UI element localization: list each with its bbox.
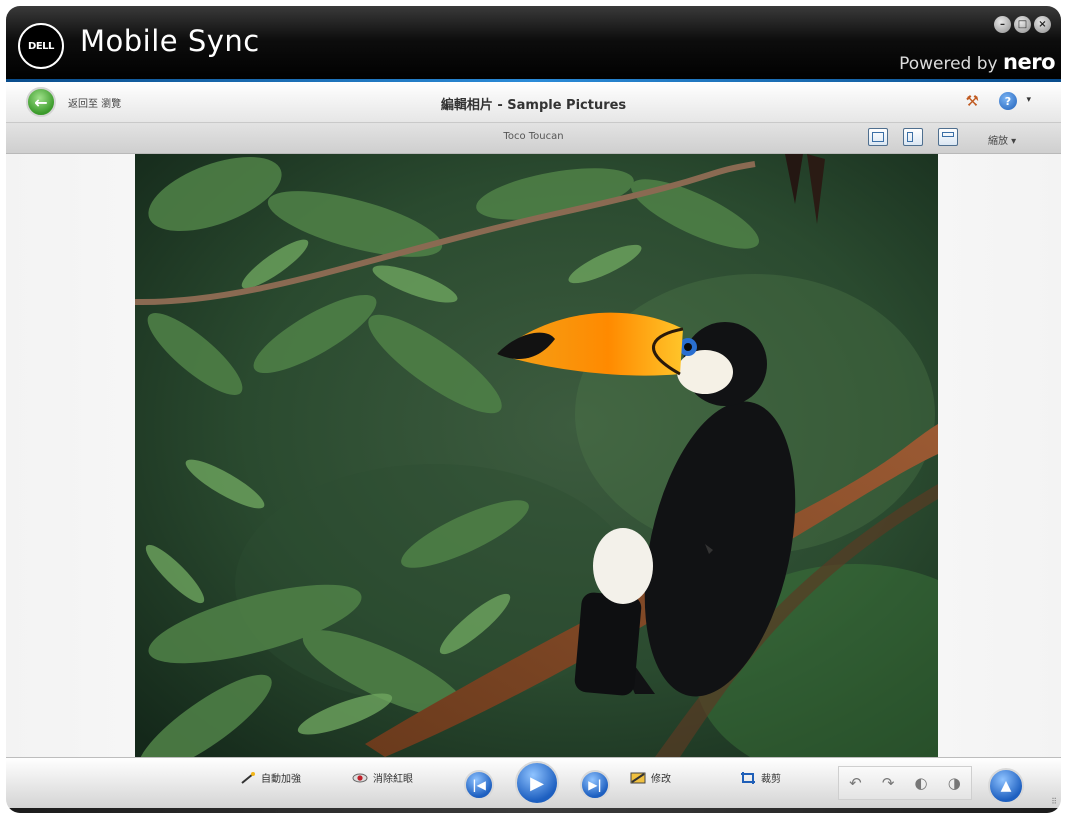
red-eye-button[interactable]: 消除紅眼	[352, 770, 413, 785]
split-view-icon[interactable]	[903, 128, 923, 146]
expand-up-icon[interactable]: ▲	[988, 768, 1024, 804]
close-icon[interactable]: ×	[1034, 16, 1051, 33]
toucan-photo	[135, 154, 938, 757]
app-window: DELL Mobile Sync – □ × Powered by nero ←…	[6, 6, 1061, 813]
rotate-tools: ↶ ↷ ◐ ◑	[838, 766, 972, 800]
compare-view-icon[interactable]	[938, 128, 958, 146]
red-eye-label: 消除紅眼	[373, 774, 413, 785]
photo-canvas	[6, 154, 1061, 757]
rotate-left-icon[interactable]: ↶	[849, 774, 862, 792]
hammer-icon[interactable]: ⚒	[966, 92, 979, 110]
magic-wand-icon	[241, 771, 255, 784]
powered-by: Powered by nero	[899, 50, 1055, 74]
modify-label: 修改	[651, 774, 671, 785]
window-controls: – □ ×	[994, 16, 1051, 33]
auto-enhance-label: 自動加強	[261, 774, 301, 785]
skip-forward-icon[interactable]: ▶|	[580, 770, 610, 800]
title-bar: DELL Mobile Sync – □ × Powered by nero	[6, 6, 1061, 82]
zoom-dropdown[interactable]: 縮放 ▾	[988, 132, 1016, 147]
help-icon[interactable]: ?	[999, 92, 1017, 110]
crop-label: 裁剪	[761, 774, 781, 785]
dell-logo: DELL	[18, 23, 64, 69]
crop-button[interactable]: 裁剪	[740, 770, 781, 785]
red-eye-icon	[352, 773, 368, 782]
rotate-right-icon[interactable]: ↷	[882, 774, 895, 792]
page-title: 編輯相片 - Sample Pictures	[440, 98, 627, 113]
nav-bar: ← 返回至 瀏覽 編輯相片 - Sample Pictures ⚒ ? ▾	[6, 82, 1061, 123]
modify-button[interactable]: 修改	[630, 770, 671, 785]
maximize-icon[interactable]: □	[1014, 16, 1031, 33]
edit-image-icon	[630, 772, 646, 783]
crop-icon	[741, 771, 755, 784]
app-title: Mobile Sync	[80, 24, 260, 58]
play-icon[interactable]: ▶	[515, 761, 559, 805]
resize-grip-icon[interactable]: ⠿	[1051, 797, 1057, 806]
flip-left-icon[interactable]: ◐	[915, 774, 928, 792]
minimize-icon[interactable]: –	[994, 16, 1011, 33]
powered-prefix: Powered by	[899, 54, 998, 74]
nero-logo: nero	[1003, 50, 1055, 74]
help-dropdown-icon[interactable]: ▾	[1026, 95, 1031, 105]
auto-enhance-button[interactable]: 自動加強	[240, 770, 301, 785]
photo-toolbar: Toco Toucan 縮放 ▾	[6, 123, 1061, 154]
single-view-icon[interactable]	[868, 128, 888, 146]
skip-back-icon[interactable]: |◀	[464, 770, 494, 800]
bottom-toolbar: 自動加強 消除紅眼 |◀ ▶ ▶| 修改 裁剪 ↶ ↷ ◐ ◑ ▲ ⠿	[6, 757, 1061, 813]
flip-right-icon[interactable]: ◑	[948, 774, 961, 792]
